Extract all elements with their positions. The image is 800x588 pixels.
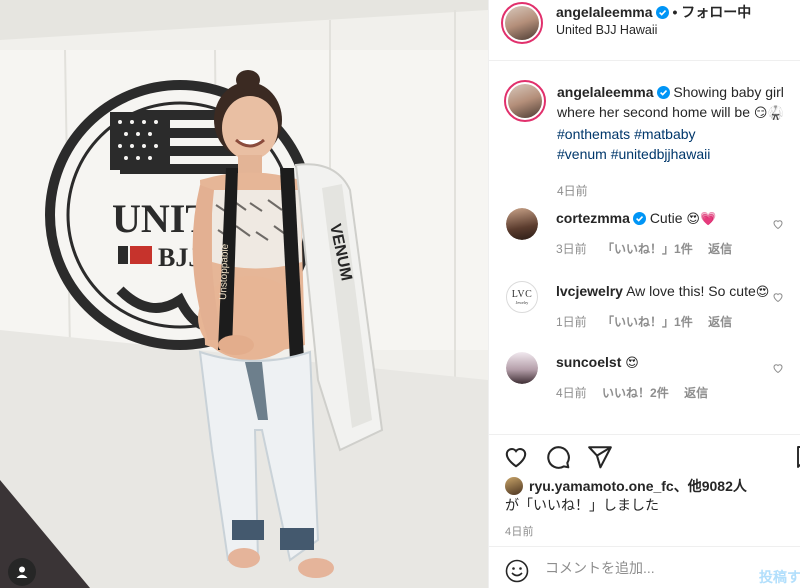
- comment-item: cortezmma Cutie 😍💗 3日前 「いいね！」1件 返信: [506, 208, 794, 257]
- heart-icon[interactable]: [772, 291, 784, 303]
- emoji-icon[interactable]: [505, 559, 529, 583]
- comment-body: lvcjewelry Aw love this! So cute😍: [556, 281, 794, 303]
- comment-icon[interactable]: [545, 444, 571, 470]
- post-photo[interactable]: UNIT BJJ Unstoppable VENUM: [0, 0, 488, 588]
- heart-icon[interactable]: [772, 362, 784, 374]
- post-actions: ryu.yamamoto.one_fc、他9082人 が「いいね！」しました 4…: [489, 434, 800, 544]
- caption-body: angelaleemma Showing baby girl where her…: [557, 62, 794, 164]
- heart-icon[interactable]: [503, 444, 529, 470]
- post-date[interactable]: 4日前: [505, 523, 534, 539]
- verified-icon: [632, 212, 646, 225]
- comment-item: suncoelst 😍 4日前 いいね！2件 返信: [506, 352, 794, 401]
- reply-button[interactable]: 返信: [708, 242, 732, 256]
- hashtag[interactable]: #onthemats: [557, 126, 630, 142]
- comment-time[interactable]: 1日前: [556, 315, 587, 329]
- comment-time[interactable]: 4日前: [556, 386, 587, 400]
- comment-item: LVC Jewelry lvcjewelry Aw love this! So …: [506, 281, 794, 330]
- comment-likes[interactable]: 「いいね！」1件: [602, 315, 693, 329]
- comment-input[interactable]: [545, 557, 735, 579]
- verified-icon: [656, 86, 670, 99]
- hashtag[interactable]: #matbaby: [634, 126, 695, 142]
- comment-meta: 4日前 いいね！2件 返信: [556, 384, 794, 401]
- comment-emoji: 😍💗: [686, 212, 717, 227]
- belt-text: Unstoppable: [218, 243, 231, 300]
- caption-meta: 4日前: [557, 182, 794, 199]
- likes-others[interactable]: 、他9082人: [674, 478, 747, 494]
- hashtag[interactable]: #unitedbjjhawaii: [611, 146, 711, 162]
- user-tag-button[interactable]: [8, 558, 36, 586]
- caption-time[interactable]: 4日前: [557, 184, 588, 198]
- caption-emoji: 😏🥋: [753, 106, 784, 121]
- comment-emoji: 😍: [755, 285, 770, 300]
- liker-username[interactable]: ryu.yamamoto.one_fc: [529, 478, 674, 494]
- commenter-avatar[interactable]: [506, 352, 538, 384]
- add-comment-bar: 投稿する: [489, 546, 800, 588]
- post-header: angelaleemma • フォロー中 United BJJ Hawaii: [489, 0, 800, 61]
- verified-icon: [655, 6, 669, 19]
- hashtag[interactable]: #venum: [557, 146, 607, 162]
- comment-meta: 1日前 「いいね！」1件 返信: [556, 313, 794, 330]
- heart-icon[interactable]: [772, 218, 784, 230]
- likes-summary: ryu.yamamoto.one_fc、他9082人 が「いいね！」しました: [505, 477, 747, 515]
- comment-emoji: 😍: [625, 356, 639, 371]
- commenter-avatar[interactable]: LVC Jewelry: [506, 281, 538, 313]
- caption-username[interactable]: angelaleemma: [557, 84, 654, 100]
- photo-canvas: UNIT BJJ Unstoppable VENUM: [0, 0, 488, 588]
- comment-username[interactable]: lvcjewelry: [556, 283, 623, 299]
- share-icon[interactable]: [587, 444, 613, 470]
- commenter-avatar[interactable]: [506, 208, 538, 240]
- post-side-panel: angelaleemma • フォロー中 United BJJ Hawaii an…: [488, 0, 800, 588]
- comment-likes[interactable]: 「いいね！」1件: [602, 242, 693, 256]
- avatar-logo-text: LVC: [511, 288, 533, 300]
- comment-meta: 3日前 「いいね！」1件 返信: [556, 240, 794, 257]
- caption: angelaleemma Showing baby girl where her…: [504, 62, 794, 199]
- comment-body: suncoelst 😍: [556, 352, 794, 374]
- comment-likes[interactable]: いいね！2件: [602, 386, 669, 400]
- liker-avatar[interactable]: [505, 477, 523, 495]
- comment-username[interactable]: suncoelst: [556, 354, 621, 370]
- comment-text: Aw love this! So cute: [626, 283, 756, 299]
- bookmark-icon[interactable]: [793, 444, 800, 470]
- post-comment-button[interactable]: 投稿する: [759, 567, 800, 587]
- comment-text: Cutie: [649, 210, 683, 226]
- follow-status[interactable]: • フォロー中: [673, 4, 752, 20]
- location-link[interactable]: United BJJ Hawaii: [556, 23, 657, 37]
- comments-list: angelaleemma Showing baby girl where her…: [489, 62, 800, 434]
- likes-suffix: が「いいね！」しました: [505, 497, 659, 513]
- author-username[interactable]: angelaleemma: [556, 4, 653, 20]
- comment-time[interactable]: 3日前: [556, 242, 587, 256]
- avatar-logo-subtext: Jewelry: [515, 299, 529, 305]
- author-avatar[interactable]: [501, 2, 543, 44]
- user-tag-icon: [16, 566, 28, 578]
- comment-username[interactable]: cortezmma: [556, 210, 630, 226]
- caption-avatar[interactable]: [504, 80, 546, 122]
- reply-button[interactable]: 返信: [684, 386, 708, 400]
- comment-body: cortezmma Cutie 😍💗: [556, 208, 794, 230]
- reply-button[interactable]: 返信: [708, 315, 732, 329]
